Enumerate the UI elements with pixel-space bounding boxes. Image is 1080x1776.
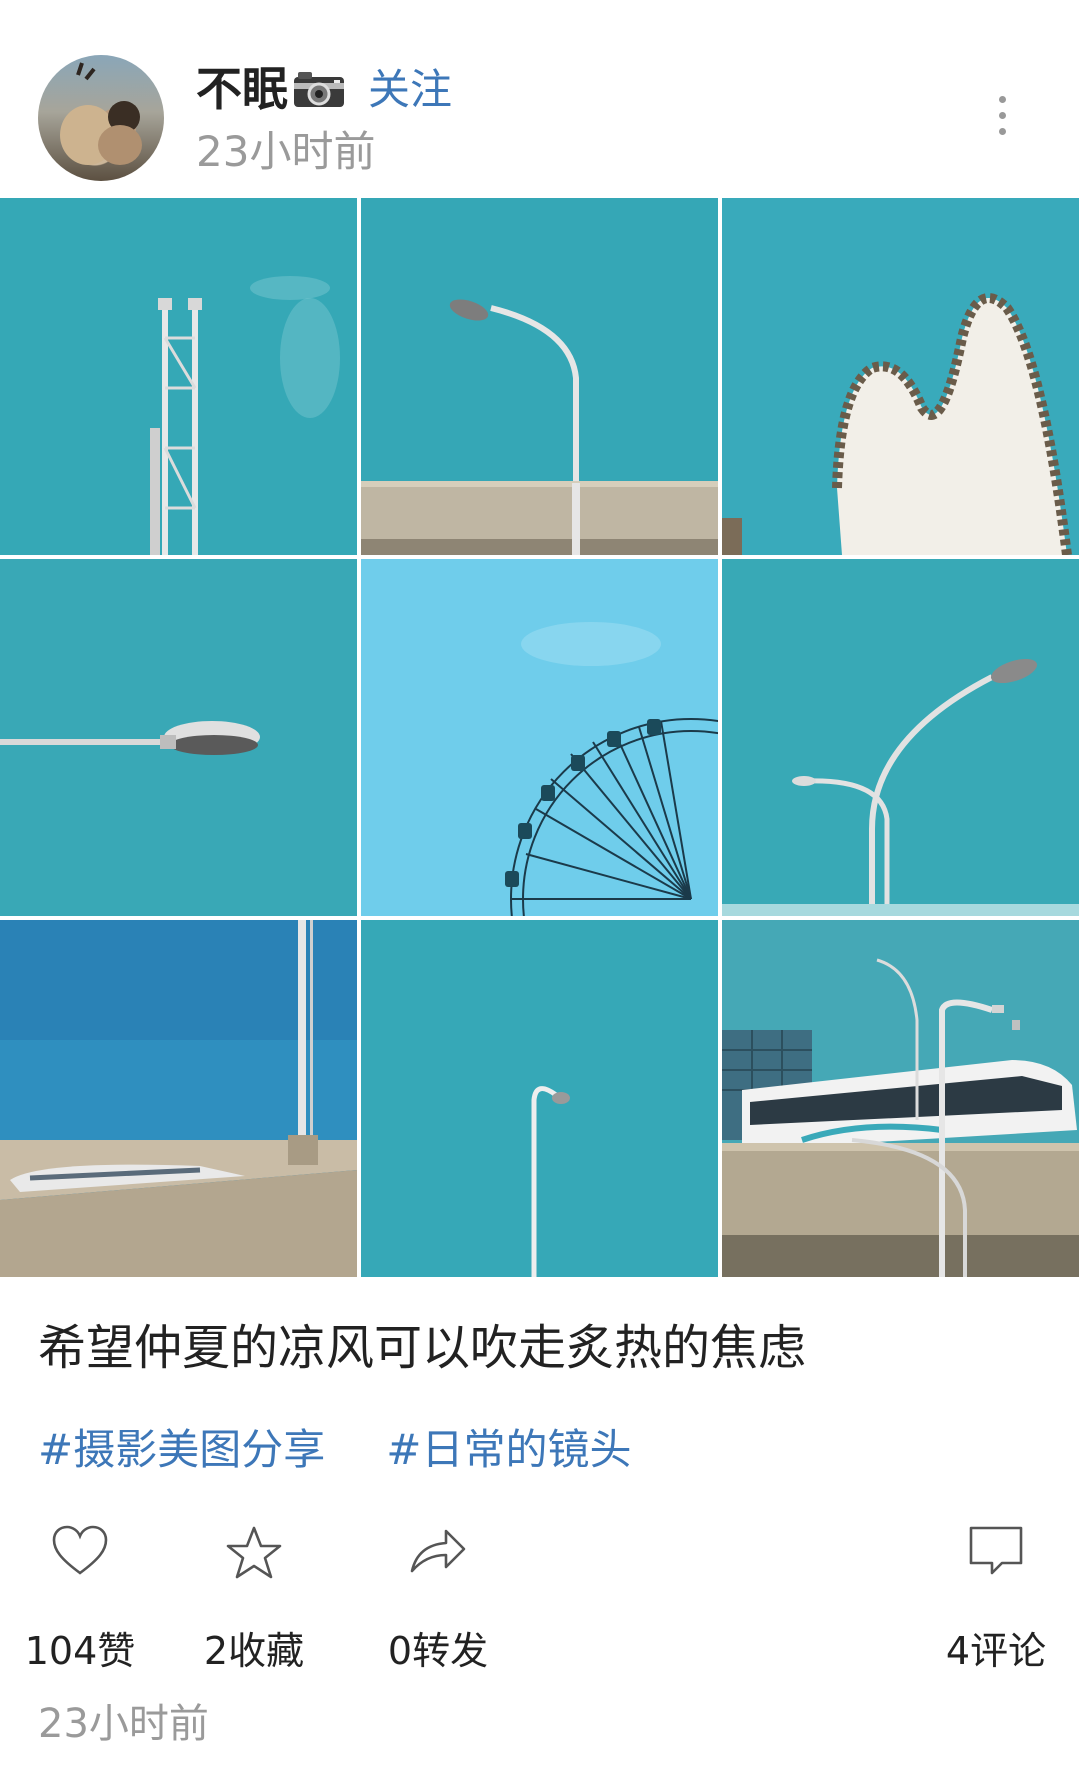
- tag-list: #摄影美图分享 #日常的镜头: [38, 1420, 688, 1480]
- star-icon: [225, 1525, 283, 1585]
- favorite-button[interactable]: 2收藏: [184, 1510, 324, 1690]
- photo-single-lamp-post[interactable]: [361, 920, 718, 1277]
- camera-icon: [292, 66, 346, 120]
- photo-bus-on-overpass[interactable]: [722, 920, 1079, 1277]
- username[interactable]: 不眠: [196, 62, 346, 120]
- avatar[interactable]: [38, 55, 164, 181]
- favorite-count: 2收藏: [203, 1629, 305, 1673]
- comment-icon: [968, 1525, 1024, 1581]
- tag-photography[interactable]: #摄影美图分享: [38, 1425, 325, 1474]
- photo-steel-tower[interactable]: [0, 198, 357, 555]
- post-time: 23小时前: [196, 127, 376, 176]
- photo-double-street-lamp[interactable]: [722, 559, 1079, 916]
- post-header: 不眠 关注 23小时前: [0, 0, 1080, 198]
- username-text: 不眠: [196, 62, 288, 116]
- tag-daily-shots[interactable]: #日常的镜头: [386, 1425, 631, 1474]
- like-button[interactable]: 104赞: [10, 1510, 150, 1690]
- action-bar: 104赞 2收藏 0转发 4评论: [0, 1510, 1080, 1710]
- follow-button[interactable]: 关注: [368, 64, 452, 116]
- photo-curved-building-roof[interactable]: [722, 198, 1079, 555]
- comment-count: 4评论: [945, 1629, 1047, 1673]
- more-options-icon[interactable]: [990, 96, 1014, 142]
- comment-button[interactable]: 4评论: [926, 1510, 1066, 1690]
- share-count: 0转发: [387, 1629, 489, 1673]
- heart-icon: [51, 1525, 109, 1581]
- photo-grid: [0, 198, 1080, 1278]
- share-arrow-icon: [408, 1525, 468, 1579]
- photo-ferris-wheel[interactable]: [361, 559, 718, 916]
- photo-pole-and-van-on-overpass[interactable]: [0, 920, 357, 1277]
- photo-street-lamp-on-bridge[interactable]: [361, 198, 718, 555]
- photo-street-lamp-head[interactable]: [0, 559, 357, 916]
- footer-time: 23小时前: [38, 1701, 209, 1747]
- like-count: 104赞: [24, 1629, 136, 1673]
- post-caption: 希望仲夏的凉风可以吹走炙热的焦虑: [38, 1320, 807, 1376]
- share-button[interactable]: 0转发: [368, 1510, 508, 1690]
